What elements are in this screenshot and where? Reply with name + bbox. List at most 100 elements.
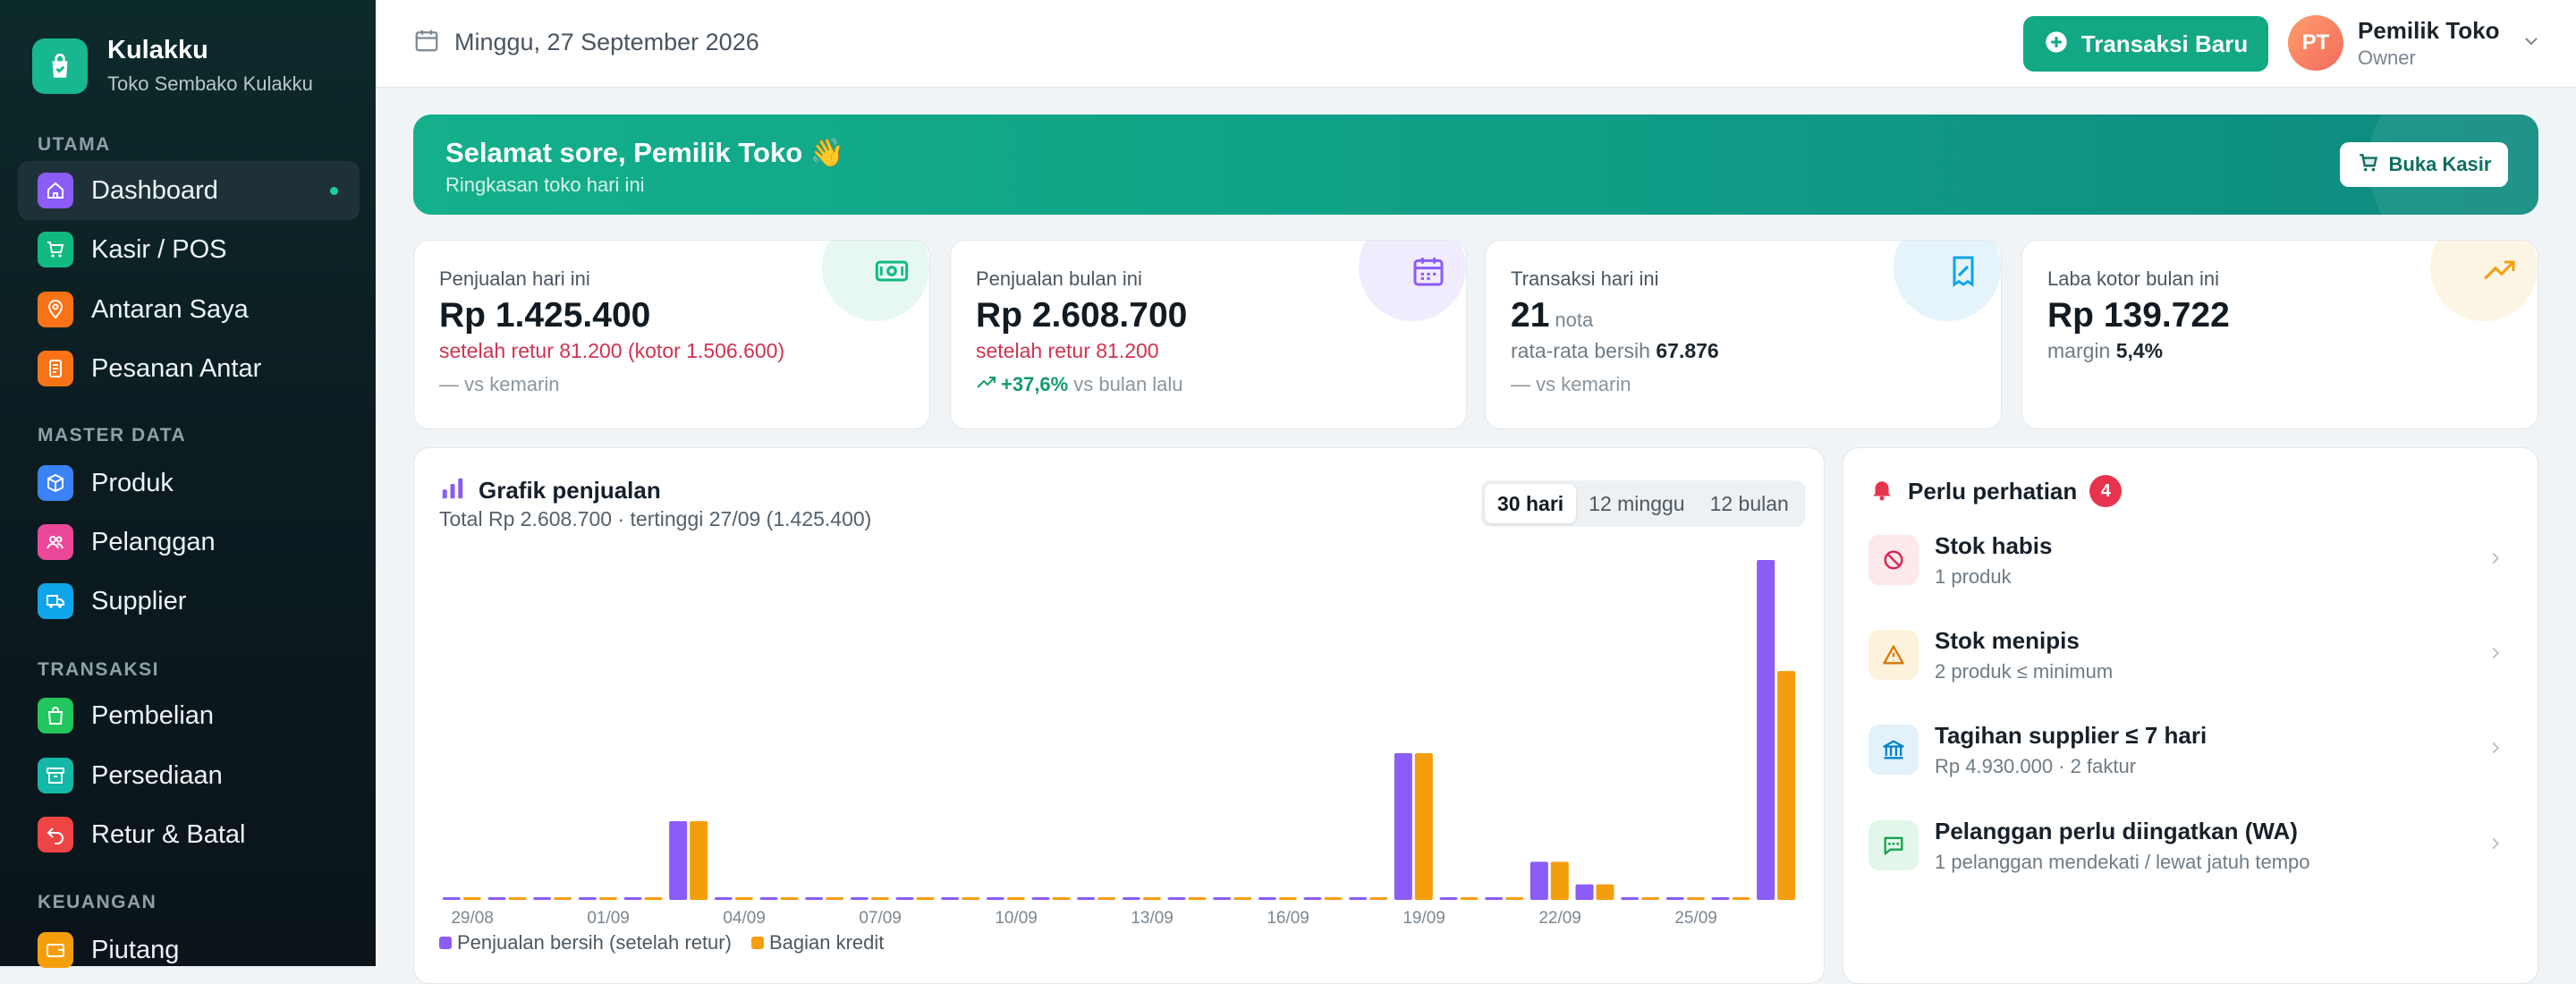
bar-net-sales-06-09: [805, 897, 824, 900]
bar-net-sales-13-09: [1122, 897, 1140, 900]
bar-credit-18-09: [1369, 897, 1388, 900]
average-value: 67.876: [1656, 339, 1719, 362]
truck-icon: [38, 583, 73, 619]
chart-subtitle: Total Rp 2.608.700 · tertinggi 27/09 (1.…: [439, 507, 872, 530]
bar-net-sales-15-09: [1213, 897, 1232, 900]
sidebar-item-label: Pembelian: [91, 700, 215, 730]
receipt-icon: [1945, 253, 1981, 293]
legend-swatch: [439, 937, 452, 949]
current-date: Minggu, 27 September 2026: [413, 27, 759, 58]
bar-net-sales-10-09: [986, 897, 1004, 900]
bar-net-sales-17-09: [1303, 897, 1322, 900]
bar-credit-17-09: [1324, 897, 1343, 900]
bar-net-sales-05-09: [759, 897, 778, 900]
range-12-months[interactable]: 12 bulan: [1698, 484, 1801, 523]
sidebar-item-pembelian[interactable]: Pembelian: [18, 686, 360, 745]
stat-detail: setelah retur 81.200 (kotor 1.506.600): [439, 339, 785, 362]
range-selector: 30 hari 12 minggu 12 bulan: [1481, 480, 1805, 527]
open-cashier-button[interactable]: Buka Kasir: [2340, 142, 2508, 187]
alert-supplier-bills[interactable]: Tagihan supplier ≤ 7 hari Rp 4.930.000 ·…: [1868, 709, 2514, 790]
alert-subtitle: 1 produk: [1935, 564, 2012, 588]
stat-label: Penjualan hari ini: [439, 267, 590, 290]
sidebar-item-antaran-saya[interactable]: Antaran Saya: [18, 280, 360, 339]
stat-card-sales-month: Penjualan bulan ini Rp 2.608.700 setelah…: [950, 240, 1467, 429]
stat-comparison: — vs kemarin: [1511, 373, 1631, 395]
bar-net-sales-20-09: [1439, 897, 1458, 900]
x-tick-label: 16/09: [1267, 909, 1309, 928]
bar-net-sales-30-08: [487, 897, 506, 900]
legend-swatch: [750, 937, 764, 949]
stat-detail: margin 5,4%: [2047, 339, 2163, 363]
user-name: Pemilik Toko: [2358, 16, 2500, 44]
bar-credit-12-09: [1097, 897, 1116, 900]
bar-credit-05-09: [780, 897, 799, 900]
transaction-count: 21: [1511, 296, 1550, 335]
chart-legend: Penjualan bersih (setelah retur) Bagian …: [439, 931, 903, 954]
sidebar-item-label: Piutang: [91, 935, 180, 964]
brand[interactable]: Kulakku Toko Sembako Kulakku: [32, 36, 313, 96]
trend-up-icon: [2482, 253, 2518, 293]
warning-icon: [1868, 630, 1919, 680]
range-12-weeks[interactable]: 12 minggu: [1576, 484, 1697, 523]
bar-net-sales-24-09: [1621, 897, 1640, 900]
bar-net-sales-16-09: [1258, 897, 1276, 900]
sidebar: Kulakku Toko Sembako Kulakku UTAMA Dashb…: [0, 0, 376, 968]
bar-credit-20-09: [1460, 897, 1479, 900]
stat-label: Penjualan bulan ini: [976, 267, 1142, 290]
new-transaction-button[interactable]: Transaksi Baru: [2023, 16, 2268, 72]
bar-credit-31-08: [554, 897, 572, 900]
users-icon: [38, 524, 73, 560]
alert-subtitle: 1 pelanggan mendekati / lewat jatuh temp…: [1935, 850, 2310, 873]
bar-credit-08-09: [916, 897, 935, 900]
wallet-icon: [38, 932, 73, 968]
bar-chart-icon: [439, 475, 466, 506]
stat-card-sales-today: Penjualan hari ini Rp 1.425.400 setelah …: [413, 240, 930, 429]
sidebar-item-produk[interactable]: Produk: [18, 454, 360, 513]
sidebar-item-persediaan[interactable]: Persediaan: [18, 746, 360, 805]
bag-icon: [38, 698, 73, 734]
alert-customer-reminder[interactable]: Pelanggan perlu diingatkan (WA) 1 pelang…: [1868, 805, 2514, 886]
attention-header: Perlu perhatian 4: [1868, 475, 2123, 507]
bar-net-sales-01-09: [578, 897, 597, 900]
stat-label: Laba kotor bulan ini: [2047, 267, 2220, 290]
bar-credit-03-09: [690, 821, 708, 900]
bar-credit-06-09: [826, 897, 844, 900]
chevron-right-icon: [2486, 738, 2505, 762]
open-cashier-label: Buka Kasir: [2388, 153, 2492, 175]
user-menu[interactable]: PT Pemilik Toko Owner: [2288, 15, 2542, 71]
alert-out-of-stock[interactable]: Stok habis 1 produk: [1868, 520, 2514, 600]
nav-section-utama: UTAMA: [38, 134, 111, 155]
bar-credit-24-09: [1641, 897, 1660, 900]
bar-credit-27-09: [1777, 671, 1796, 900]
bar-credit-10-09: [1006, 897, 1025, 900]
sidebar-item-supplier[interactable]: Supplier: [18, 572, 360, 631]
chevron-down-icon: [2521, 30, 2542, 56]
sidebar-item-dashboard[interactable]: Dashboard: [18, 161, 360, 220]
bar-net-sales-03-09: [669, 821, 688, 900]
chevron-right-icon: [2486, 548, 2505, 573]
transaction-unit: nota: [1555, 309, 1594, 331]
bar-credit-21-09: [1505, 897, 1524, 900]
chevron-right-icon: [2486, 643, 2505, 667]
active-indicator-dot: [330, 187, 338, 195]
bar-net-sales-27-09: [1757, 560, 1775, 900]
nav-section-transaksi: TRANSAKSI: [38, 659, 160, 680]
sidebar-item-kasir-pos[interactable]: Kasir / POS: [18, 220, 360, 279]
alert-low-stock[interactable]: Stok menipis 2 produk ≤ minimum: [1868, 615, 2514, 695]
bar-credit-26-09: [1732, 897, 1750, 900]
stat-card-transactions-today: Transaksi hari ini 21 nota rata-rata bers…: [1485, 240, 2002, 429]
range-30-days[interactable]: 30 hari: [1485, 484, 1577, 523]
bar-net-sales-12-09: [1077, 897, 1096, 900]
sidebar-item-piutang[interactable]: Piutang: [18, 920, 360, 980]
sidebar-item-pelanggan[interactable]: Pelanggan: [18, 513, 360, 572]
archive-icon: [38, 758, 73, 793]
bar-net-sales-19-09: [1394, 753, 1412, 900]
sidebar-item-retur-batal[interactable]: Retur & Batal: [18, 805, 360, 864]
margin-label: margin: [2047, 339, 2111, 362]
map-pin-icon: [38, 292, 73, 327]
alert-title: Pelanggan perlu diingatkan (WA): [1935, 817, 2298, 844]
bar-net-sales-11-09: [1031, 897, 1050, 900]
bar-credit-14-09: [1188, 897, 1207, 900]
sidebar-item-pesanan-antar[interactable]: Pesanan Antar: [18, 339, 360, 398]
bar-credit-07-09: [870, 897, 889, 900]
